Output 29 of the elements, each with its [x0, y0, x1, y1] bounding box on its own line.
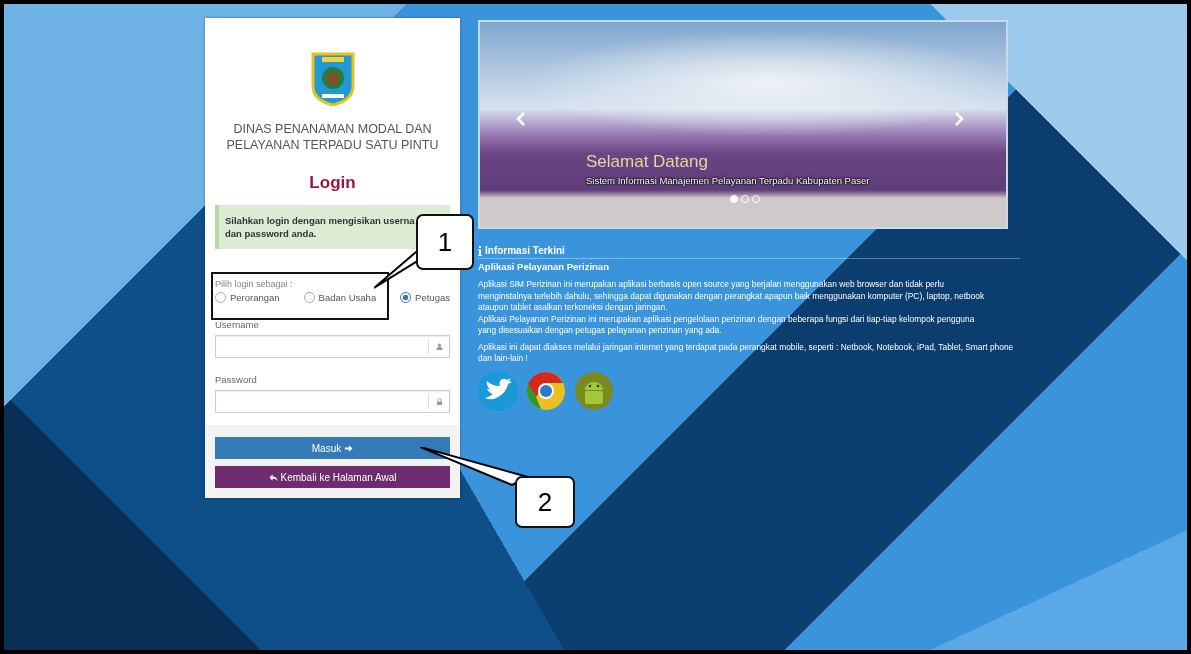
- subheading: Aplikasi Pelayanan Perizinan: [478, 261, 610, 272]
- field-label: Username: [215, 319, 260, 330]
- callout-number: 1: [416, 214, 474, 270]
- info-paragraph: Aplikasi Pelayanan Perizinan ini merupakan aplikasi pengelolaan perizinan dengan beberapa fungsi dari tiap-tiap kelompok pengguna yang disesuaikan dengan petugas pelayanan perizinan yang ada.: [478, 313, 976, 337]
- slide-indicator[interactable]: [730, 195, 738, 203]
- arrow-right-icon: [344, 443, 354, 453]
- lock-icon: [435, 398, 443, 405]
- role-label: Pilih login sebagai :: [215, 279, 294, 289]
- user-icon: [435, 343, 443, 350]
- password-field[interactable]: [215, 390, 450, 413]
- emblem-icon: [309, 50, 356, 106]
- username-field[interactable]: [215, 335, 450, 358]
- login-button[interactable]: Masuk: [215, 437, 450, 459]
- browser-logo-icon: [526, 370, 566, 411]
- role-option[interactable]: Perorangan: [215, 292, 280, 303]
- caption-text: Sistem Informasi Manajemen Pelayanan Terpadu Kabupaten Paser: [586, 175, 870, 186]
- back-button[interactable]: Kembali ke Halaman Awal: [215, 466, 450, 488]
- reply-arrow-icon: [268, 472, 278, 482]
- caption-title: Selamat Datang: [586, 152, 709, 172]
- callout-number: 2: [515, 476, 575, 528]
- info-icon: [478, 245, 482, 256]
- role-option[interactable]: Petugas: [400, 292, 450, 303]
- agency-name: DINAS PENANAMAN MODAL DAN PELAYANAN TERPADU SATU PINTU: [225, 121, 440, 153]
- role-option[interactable]: Badan Usaha: [303, 292, 377, 303]
- field-label: Password: [215, 374, 258, 385]
- robot-icon: [574, 370, 614, 411]
- section-heading: Informasi Terkini: [485, 245, 565, 256]
- bird-icon: [478, 370, 518, 411]
- login-title: Login: [308, 173, 357, 193]
